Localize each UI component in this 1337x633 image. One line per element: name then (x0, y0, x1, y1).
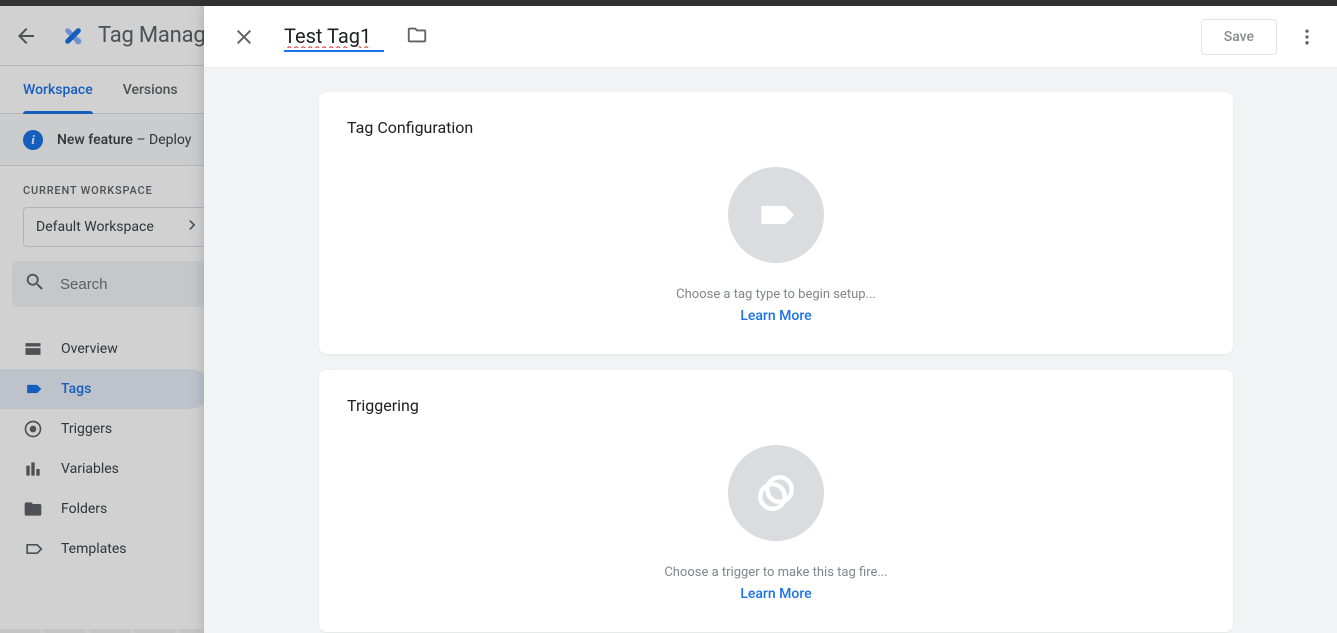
trigger-placeholder-icon (728, 445, 824, 541)
panel-header: Save (204, 6, 1337, 68)
panel-body: Tag Configuration Choose a tag type to b… (204, 68, 1337, 633)
card-title: Triggering (347, 396, 1205, 415)
tag-configuration-card[interactable]: Tag Configuration Choose a tag type to b… (319, 92, 1233, 354)
card-hint: Choose a tag type to begin setup... (676, 287, 876, 302)
tag-name-input[interactable] (284, 22, 384, 52)
close-icon[interactable] (232, 25, 256, 49)
tag-editor-panel: Save Tag Configuration Choose a tag type… (204, 6, 1337, 633)
card-title: Tag Configuration (347, 118, 1205, 137)
more-menu-icon[interactable] (1295, 27, 1319, 47)
learn-more-link[interactable]: Learn More (740, 586, 811, 602)
tag-placeholder-icon (728, 167, 824, 263)
folder-outline-icon[interactable] (406, 24, 428, 50)
learn-more-link[interactable]: Learn More (740, 308, 811, 324)
save-button[interactable]: Save (1201, 19, 1277, 55)
card-hint: Choose a trigger to make this tag fire..… (664, 565, 887, 580)
triggering-card[interactable]: Triggering Choose a trigger to make this… (319, 370, 1233, 632)
